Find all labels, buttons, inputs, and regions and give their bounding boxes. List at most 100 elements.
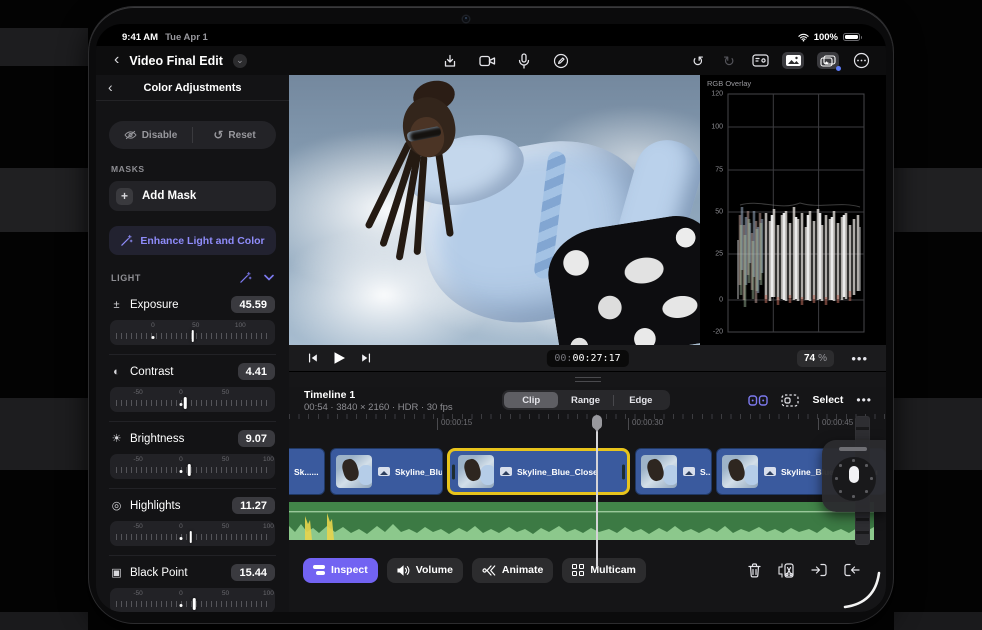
trim-handle-left[interactable] [452, 464, 455, 479]
insert-right-icon[interactable] [844, 563, 860, 577]
add-mask-button[interactable]: + Add Mask [109, 181, 276, 211]
highlights-icon: ◎ [111, 500, 122, 512]
status-time: 9:41 AM [122, 31, 159, 43]
waveform-display [727, 93, 865, 333]
inspect-button[interactable]: Inspect [303, 557, 378, 583]
jog-wheel-panel[interactable] [822, 440, 886, 512]
timeline-ruler[interactable]: 00:00:15 00:00:30 00:00:45 [289, 414, 886, 434]
camera-icon[interactable] [478, 52, 496, 70]
collapse-chevron-icon[interactable] [264, 274, 274, 281]
media-browser-icon[interactable] [782, 52, 804, 69]
mode-range[interactable]: Range [558, 392, 612, 408]
timecode-display[interactable]: 00:00:27:17 [546, 349, 629, 367]
pencil-draw-icon[interactable] [552, 52, 570, 70]
microphone-icon[interactable] [515, 52, 533, 70]
mode-edge[interactable]: Edge [614, 392, 668, 408]
clip[interactable]: Skyline_Blue_Wide [330, 448, 443, 495]
previous-frame-button[interactable] [307, 352, 319, 364]
clip[interactable]: Sk...... [289, 448, 325, 495]
import-icon[interactable] [441, 52, 459, 70]
zero-dot [179, 402, 183, 406]
slider-track[interactable]: -50 0 50 100 [110, 521, 275, 546]
battery-icon [843, 33, 862, 41]
slider-value[interactable]: 4.41 [237, 363, 275, 380]
brightness-icon: ☀ [111, 433, 122, 445]
slider-value[interactable]: 45.59 [231, 296, 275, 313]
undo-icon[interactable]: ↺ [689, 52, 707, 70]
slider-track[interactable]: -50 0 50 100 [110, 454, 275, 479]
wifi-icon [798, 33, 809, 42]
drag-handle[interactable] [574, 377, 601, 382]
inspector-panel-icon[interactable] [751, 52, 769, 70]
inspect-sliders-icon [313, 564, 325, 576]
next-frame-button[interactable] [360, 352, 372, 364]
reset-button[interactable]: ↺ Reset [193, 128, 276, 142]
panel-back-chevron-icon[interactable]: ‹ [108, 80, 113, 96]
reset-label: Reset [228, 129, 256, 141]
disable-button[interactable]: Disable [109, 130, 192, 141]
background-window-fragment [0, 612, 88, 630]
audio-track[interactable] [289, 502, 874, 540]
slider-handle[interactable] [192, 598, 196, 610]
slider-track[interactable]: 0 50 100 [110, 320, 275, 345]
select-button[interactable]: Select [812, 394, 843, 406]
slider-label: Highlights [130, 499, 181, 512]
photo-icon [500, 467, 512, 476]
disable-reset-group: Disable ↺ Reset [109, 121, 276, 149]
slider-handle[interactable] [191, 330, 194, 342]
panel-resize-bar[interactable] [289, 372, 886, 387]
slider-value[interactable]: 15.44 [231, 564, 275, 581]
slider-track[interactable]: -50 0 50 100 [110, 588, 275, 612]
slider-value[interactable]: 9.07 [237, 430, 275, 447]
mode-clip[interactable]: Clip [504, 392, 559, 408]
clip-track: Sk...... Skyline_Blue_Wide Skyline_Blue_… [289, 448, 886, 495]
clip-selected[interactable]: Skyline_Blue_Close [447, 448, 630, 495]
jog-dial[interactable] [832, 457, 876, 501]
play-button[interactable] [333, 351, 346, 365]
playhead-handle[interactable] [592, 415, 602, 432]
slider-handle[interactable] [189, 531, 193, 543]
background-window-fragment [894, 612, 982, 630]
slider-label: Contrast [130, 365, 174, 378]
video-preview[interactable] [289, 75, 700, 345]
zero-dot [179, 603, 183, 607]
delete-icon[interactable] [748, 562, 761, 578]
split-clip-icon[interactable] [778, 562, 794, 578]
contrast-icon: ◐ [113, 365, 120, 378]
timeline-more-icon[interactable]: ••• [856, 393, 872, 407]
auto-enhance-icon[interactable] [239, 271, 252, 284]
eye-off-icon [124, 130, 137, 140]
animate-button[interactable]: Animate [471, 557, 554, 583]
jog-drag-handle[interactable] [839, 447, 867, 451]
slider-label: Brightness [130, 432, 185, 445]
clip-thumbnail [641, 455, 677, 488]
timeline-name: Timeline 1 [304, 389, 356, 401]
enhance-button[interactable]: Enhance Light and Color [109, 226, 276, 255]
effects-browser-icon[interactable] [817, 52, 841, 71]
multicam-button[interactable]: Multicam [562, 557, 646, 583]
zoom-level-button[interactable]: 74% [796, 349, 834, 367]
insert-left-icon[interactable] [811, 563, 827, 577]
clip-thumbnail [336, 455, 372, 488]
overwrite-clip-icon[interactable] [781, 393, 800, 407]
slider-highlights: ◎ Highlights 11.27 -50 0 50 100 [109, 489, 276, 556]
slider-value[interactable]: 11.27 [232, 497, 275, 514]
jog-knob[interactable] [849, 466, 859, 483]
more-options-icon[interactable] [852, 52, 870, 70]
back-chevron-icon[interactable]: ‹ [114, 51, 119, 70]
clip-connections-icon[interactable] [748, 394, 769, 407]
slider-handle[interactable] [183, 397, 187, 409]
zero-dot [151, 335, 155, 339]
viewer-more-icon[interactable]: ••• [851, 351, 868, 366]
slider-track[interactable]: -50 0 50 [110, 387, 275, 412]
slider-label: Black Point [130, 566, 188, 579]
title-chevron-down-icon[interactable]: ⌄ [232, 53, 247, 68]
app-toolbar: ‹ Video Final Edit ⌄ ↺ ↻ [96, 46, 886, 75]
slider-handle[interactable] [187, 464, 191, 476]
trim-handle-right[interactable] [622, 464, 625, 479]
add-mask-label: Add Mask [142, 190, 197, 202]
volume-button[interactable]: Volume [386, 557, 463, 583]
clip[interactable]: S...... [635, 448, 712, 495]
project-title[interactable]: Video Final Edit [129, 54, 223, 68]
photo-icon [764, 467, 776, 476]
